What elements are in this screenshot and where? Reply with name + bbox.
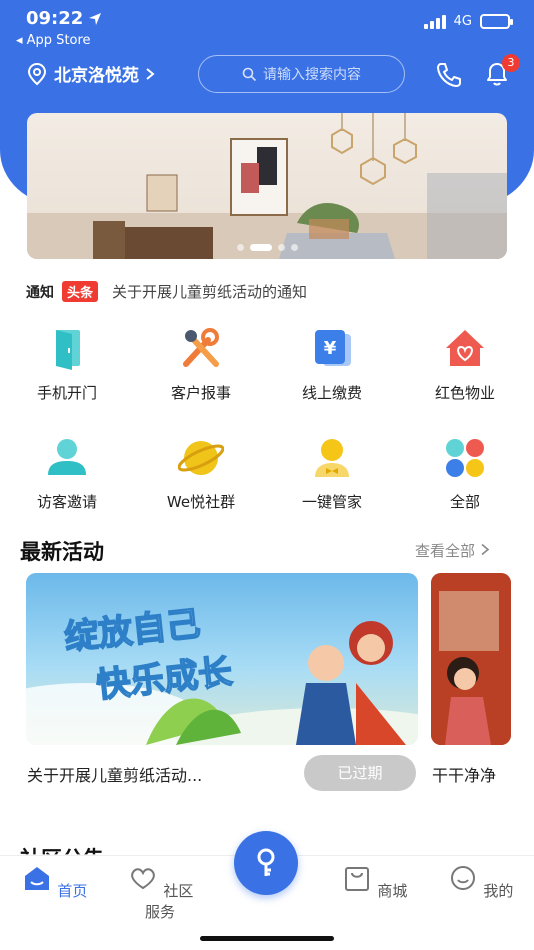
banner-image (27, 113, 507, 259)
service-visitor-invite[interactable]: 访客邀请 (12, 435, 122, 512)
phone-icon (437, 63, 461, 87)
svg-text:¥: ¥ (324, 338, 337, 359)
battery-icon (480, 14, 513, 29)
tab-label: 商城 (377, 882, 408, 900)
butler-icon (315, 439, 349, 477)
back-to-app-store[interactable]: ◂ App Store (16, 33, 91, 48)
location-name: 北京洛悦苑 (54, 66, 139, 86)
location-pin-icon (27, 62, 47, 85)
signal-icon (423, 14, 446, 29)
network-type: 4G (453, 14, 472, 29)
service-label: 红色物业 (434, 384, 495, 402)
status-time: 09:22 (26, 8, 84, 29)
location-arrow-icon (89, 13, 101, 25)
service-label: 访客邀请 (36, 493, 97, 511)
activities-title: 最新活动 (20, 540, 104, 564)
home-icon (24, 867, 49, 890)
service-butler[interactable]: 一键管家 (277, 435, 387, 512)
status-indicators: 4G (423, 14, 513, 29)
see-all-label: 查看全部 (415, 542, 476, 560)
banner-dot[interactable] (277, 244, 285, 251)
notification-badge: 3 (502, 54, 520, 72)
door-icon (56, 330, 80, 370)
heart-hand-icon (130, 868, 155, 890)
headline-tag: 头条 (62, 281, 99, 302)
red-house-heart-icon (446, 330, 484, 366)
notice-text: 关于开展儿童剪纸活动的通知 (112, 283, 308, 301)
activity-card[interactable]: 绽放自己 快乐成长 (26, 573, 418, 745)
key-button[interactable] (234, 831, 298, 895)
promo-banner[interactable] (27, 113, 507, 259)
location-selector[interactable]: 北京洛悦苑 (26, 61, 155, 86)
service-red-property[interactable]: 红色物业 (410, 326, 520, 403)
notice-label: 通知 (26, 284, 54, 301)
activity-image (431, 573, 511, 745)
visitor-icon (48, 439, 86, 475)
chevron-right-icon (146, 67, 155, 80)
tab-label: 首页 (57, 882, 88, 900)
banner-pagination (27, 244, 507, 251)
service-mobile-door[interactable]: 手机开门 (12, 326, 122, 403)
key-icon (257, 848, 275, 876)
tools-icon (183, 328, 219, 367)
banner-dot[interactable] (236, 244, 244, 251)
see-all-link[interactable]: 查看全部 (415, 540, 490, 561)
tab-mall[interactable]: 商城 (334, 864, 414, 901)
service-all[interactable]: 全部 (410, 435, 520, 512)
home-indicator (200, 936, 334, 941)
search-input[interactable]: 请输入搜索内容 (198, 55, 405, 93)
tab-community-service[interactable]: 社区服务 (120, 864, 200, 922)
headline-notice[interactable]: 通知 头条 关于开展儿童剪纸活动的通知 (26, 281, 307, 302)
service-report[interactable]: 客户报事 (146, 326, 256, 403)
shopping-bag-icon (344, 867, 369, 891)
service-label: We悦社群 (166, 493, 236, 511)
chevron-right-icon (481, 543, 490, 556)
search-placeholder: 请输入搜索内容 (263, 67, 361, 83)
service-label: 线上缴费 (301, 384, 362, 402)
service-we-community[interactable]: We悦社群 (146, 435, 256, 512)
service-label: 一键管家 (301, 493, 362, 511)
planet-icon (177, 441, 225, 475)
activity-card[interactable] (431, 573, 511, 745)
banner-dot[interactable] (290, 244, 298, 251)
service-label: 客户报事 (170, 384, 231, 402)
expired-status-button[interactable]: 已过期 (304, 755, 416, 791)
activity-title[interactable]: 干干净净 (432, 762, 522, 786)
smile-icon (450, 866, 475, 890)
service-label: 全部 (449, 493, 480, 511)
phone-button[interactable] (434, 60, 464, 90)
tab-home[interactable]: 首页 (14, 864, 94, 901)
notifications-button[interactable]: 3 (482, 54, 520, 90)
yuan-payment-icon: ¥ (315, 330, 351, 366)
status-bar: 09:22 ◂ App Store 4G (0, 0, 534, 52)
tab-label: 我的 (483, 882, 514, 900)
search-icon (242, 67, 257, 81)
tab-mine[interactable]: 我的 (440, 864, 520, 901)
banner-dot-active[interactable] (249, 244, 272, 251)
service-label: 手机开门 (36, 384, 97, 402)
all-apps-icon (446, 439, 484, 477)
service-online-payment[interactable]: ¥ 线上缴费 (277, 326, 387, 403)
activity-title[interactable]: 关于开展儿童剪纸活动... (27, 762, 202, 786)
